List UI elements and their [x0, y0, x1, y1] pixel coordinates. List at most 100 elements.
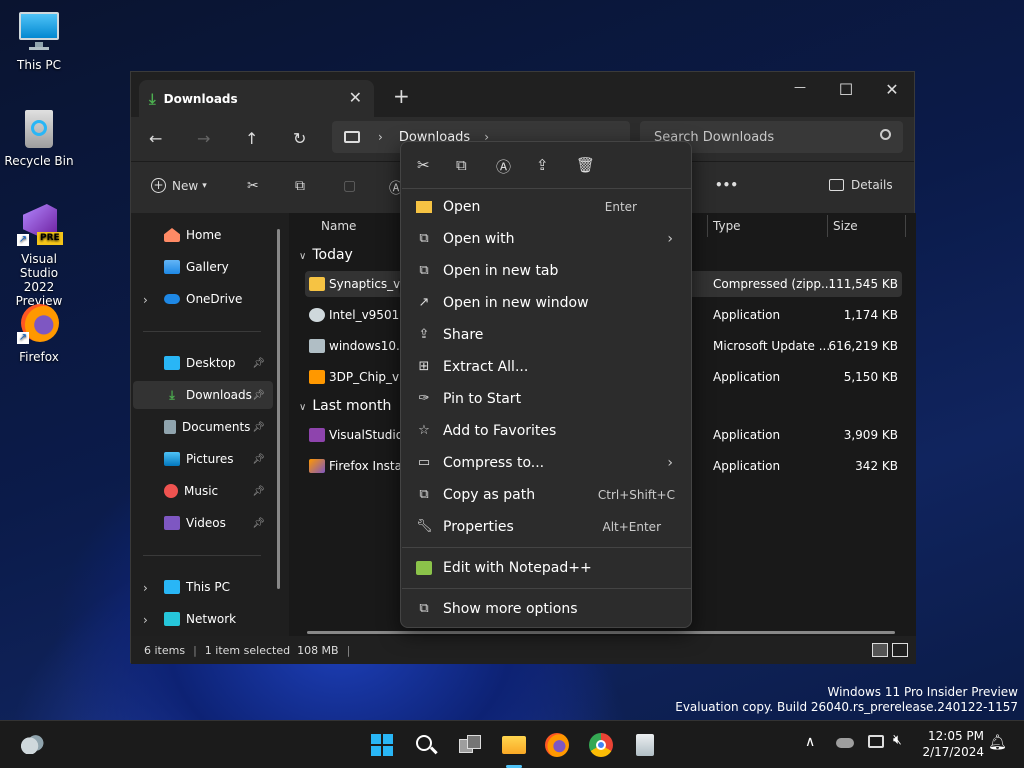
chrome-taskbar-button[interactable]	[587, 731, 615, 759]
wrench-icon: 🔧︎	[416, 519, 433, 534]
system-clock[interactable]: 12:05 PM 2/17/2024	[918, 728, 984, 760]
desktop-icon-firefox[interactable]: ↗ Firefox	[3, 302, 75, 364]
file-type: Application	[713, 308, 781, 322]
navigation-pane: Home Gallery › OneDrive Desktop 📌︎ ⤓ Downl…	[131, 213, 289, 636]
column-header-type[interactable]: Type	[713, 213, 741, 239]
clock-time: 12:05 PM	[928, 729, 984, 743]
sidebar-item-label: Desktop	[186, 356, 236, 370]
paste-button[interactable]: ▢	[343, 178, 356, 194]
new-tab-button[interactable]: +	[393, 84, 410, 108]
shortcut-arrow-icon: ↗	[17, 332, 29, 344]
share-icon[interactable]: ⇪	[536, 156, 549, 174]
close-tab-button[interactable]: ✕	[349, 88, 362, 107]
sidebar-item-this-pc[interactable]: This PC	[133, 573, 273, 601]
menu-item-open-with[interactable]: ⧉ Open with ›	[405, 224, 687, 254]
sidebar-item-downloads[interactable]: ⤓ Downloads 📌︎	[133, 381, 273, 409]
menu-item-extract-all[interactable]: ⊞ Extract All...	[405, 352, 687, 382]
network-icon[interactable]	[868, 735, 884, 748]
menu-item-copy-as-path[interactable]: ⧉ Copy as path Ctrl+Shift+C	[405, 480, 687, 510]
chevron-up-icon[interactable]: ∧	[805, 734, 815, 750]
task-view-button[interactable]	[456, 731, 484, 759]
pictures-icon	[164, 452, 180, 466]
search-button[interactable]	[412, 731, 440, 759]
zip-folder-icon	[309, 277, 325, 291]
column-header-size[interactable]: Size	[833, 213, 858, 239]
compress-icon: ▭	[417, 455, 431, 470]
sidebar-item-music[interactable]: Music 📌︎	[133, 477, 273, 505]
start-button[interactable]	[368, 731, 396, 759]
plus-circle-icon: +	[151, 178, 166, 193]
rename-icon[interactable]: Ⓐ	[496, 156, 511, 177]
menu-item-properties[interactable]: 🔧︎ Properties Alt+Enter	[405, 512, 687, 542]
selection-info: 1 item selected 108 MB	[204, 643, 339, 657]
copy-button[interactable]: ⧉	[295, 178, 305, 194]
new-tab-icon: ⧉	[419, 263, 429, 278]
group-header-today[interactable]: ∨ Today	[299, 247, 353, 263]
close-window-button[interactable]: ✕	[869, 80, 915, 99]
refresh-button[interactable]: ↻	[293, 129, 306, 148]
sidebar-item-gallery[interactable]: Gallery	[133, 253, 273, 281]
tiles-view-button[interactable]	[892, 643, 908, 657]
sidebar-divider	[143, 555, 261, 556]
sidebar-divider	[143, 331, 261, 332]
menu-item-label: Copy as path	[443, 487, 536, 503]
onedrive-offline-icon[interactable]	[836, 738, 854, 748]
column-header-name[interactable]: Name	[321, 213, 356, 239]
weather-widget-icon[interactable]	[20, 734, 44, 754]
horizontal-scrollbar[interactable]	[307, 631, 895, 634]
desktop-icon-visual-studio[interactable]: PRE ↗ Visual Studio 2022 Preview	[3, 204, 75, 308]
delete-icon[interactable]: 🗑︎	[576, 156, 595, 174]
see-more-button[interactable]: •••	[715, 178, 738, 192]
back-button[interactable]: ←	[149, 129, 162, 148]
minimize-button[interactable]: —	[777, 80, 823, 94]
sidebar-item-videos[interactable]: Videos 📌︎	[133, 509, 273, 537]
new-button[interactable]: + New ▾	[151, 178, 207, 193]
sidebar-item-desktop[interactable]: Desktop 📌︎	[133, 349, 273, 377]
maximize-button[interactable]: ☐	[823, 80, 869, 99]
volume-muted-icon[interactable]: 🔇︎	[893, 732, 902, 748]
menu-item-share[interactable]: ⇪ Share	[405, 320, 687, 350]
copy-icon[interactable]: ⧉	[456, 156, 467, 174]
menu-item-open-new-tab[interactable]: ⧉ Open in new tab	[405, 256, 687, 286]
up-button[interactable]: ↑	[245, 129, 258, 148]
details-button[interactable]: Details	[829, 178, 893, 192]
desktop-icon-recycle-bin[interactable]: Recycle Bin	[3, 106, 75, 168]
pin-icon: 📌︎	[252, 389, 265, 401]
desktop-icon-this-pc[interactable]: This PC	[3, 10, 75, 72]
tab-downloads[interactable]: ⤓ Downloads ✕	[139, 80, 374, 117]
sidebar-item-pictures[interactable]: Pictures 📌︎	[133, 445, 273, 473]
details-view-button[interactable]	[872, 643, 888, 657]
group-header-last-month[interactable]: ∨ Last month	[299, 398, 391, 414]
menu-item-open-new-window[interactable]: ↗ Open in new window	[405, 288, 687, 318]
forward-button[interactable]: →	[197, 129, 210, 148]
monitor-icon	[17, 10, 61, 54]
sidebar-item-home[interactable]: Home	[133, 221, 273, 249]
desktop-icon-label: Visual Studio 2022 Preview	[15, 252, 63, 308]
sidebar-item-onedrive[interactable]: OneDrive	[133, 285, 273, 313]
firefox-taskbar-button[interactable]	[543, 731, 571, 759]
menu-item-edit-with-notepad[interactable]: Edit with Notepad++	[405, 553, 687, 583]
menu-divider	[402, 547, 692, 548]
chevron-right-icon: ›	[378, 130, 383, 144]
menu-item-label: Show more options	[443, 601, 578, 617]
menu-item-shortcut: Ctrl+Shift+C	[597, 488, 675, 502]
update-package-icon	[309, 339, 325, 353]
menu-item-add-to-favorites[interactable]: ☆ Add to Favorites	[405, 416, 687, 446]
sidebar-item-network[interactable]: Network	[133, 605, 273, 633]
menu-item-pin-to-start[interactable]: ✑ Pin to Start	[405, 384, 687, 414]
application-icon	[309, 370, 325, 384]
shortcut-arrow-icon: ↗	[17, 234, 29, 246]
notepad-icon	[636, 734, 654, 756]
menu-item-compress-to[interactable]: ▭ Compress to... ›	[405, 448, 687, 478]
application-icon	[309, 308, 325, 322]
notepad-taskbar-button[interactable]	[631, 731, 659, 759]
cut-button[interactable]: ✂	[247, 178, 259, 194]
file-explorer-taskbar-button[interactable]	[500, 731, 528, 768]
cut-icon[interactable]: ✂	[417, 156, 430, 174]
sidebar-item-documents[interactable]: Documents 📌︎	[133, 413, 273, 441]
menu-item-open[interactable]: Open Enter	[405, 192, 687, 222]
file-type: Application	[713, 428, 781, 442]
menu-item-show-more-options[interactable]: ⧉ Show more options	[405, 594, 687, 624]
sidebar-scrollbar[interactable]	[277, 229, 280, 589]
notification-bell-icon[interactable]: 🔔︎	[988, 733, 1007, 751]
